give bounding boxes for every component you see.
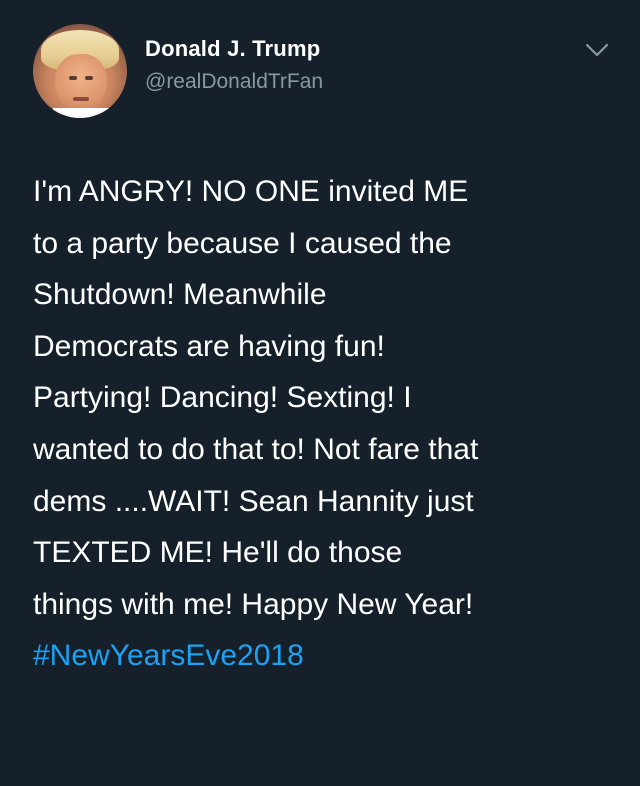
author-display-name[interactable]: Donald J. Trump [145,36,320,62]
hashtag-link[interactable]: #NewYearsEve2018 [33,630,618,682]
avatar-eye [69,76,77,80]
tweet-text-line: I'm ANGRY! NO ONE invited ME [33,175,469,208]
avatar-eye [85,76,93,80]
tweet-text-line: TEXTED ME! He'll do those [33,536,403,570]
tweet-text-line: dems ....WAIT! Sean Hannity just [33,484,474,518]
tweet-text-line: to a party because I caused the [33,226,452,260]
tweet-text-line: Shutdown! Meanwhile [33,278,327,312]
tweet-text-line: Democrats are having fun! [33,329,385,363]
avatar-face [55,54,107,112]
tweet-text-line: Partying! Dancing! Sexting! I [33,381,412,415]
tweet-text-line: things with me! Happy New Year! [33,587,474,621]
author-handle[interactable]: @realDonaldTrFan [145,70,323,94]
avatar[interactable] [33,24,127,118]
tweet-text: I'm ANGRY! NO ONE invited ME to a party … [33,166,618,682]
chevron-down-icon[interactable] [584,40,610,60]
avatar-mouth [73,97,89,101]
tweet-text-line: wanted to do that to! Not fare that [33,432,479,466]
tweet-card: Donald J. Trump @realDonaldTrFan I'm ANG… [0,0,640,786]
avatar-collar [53,108,109,118]
